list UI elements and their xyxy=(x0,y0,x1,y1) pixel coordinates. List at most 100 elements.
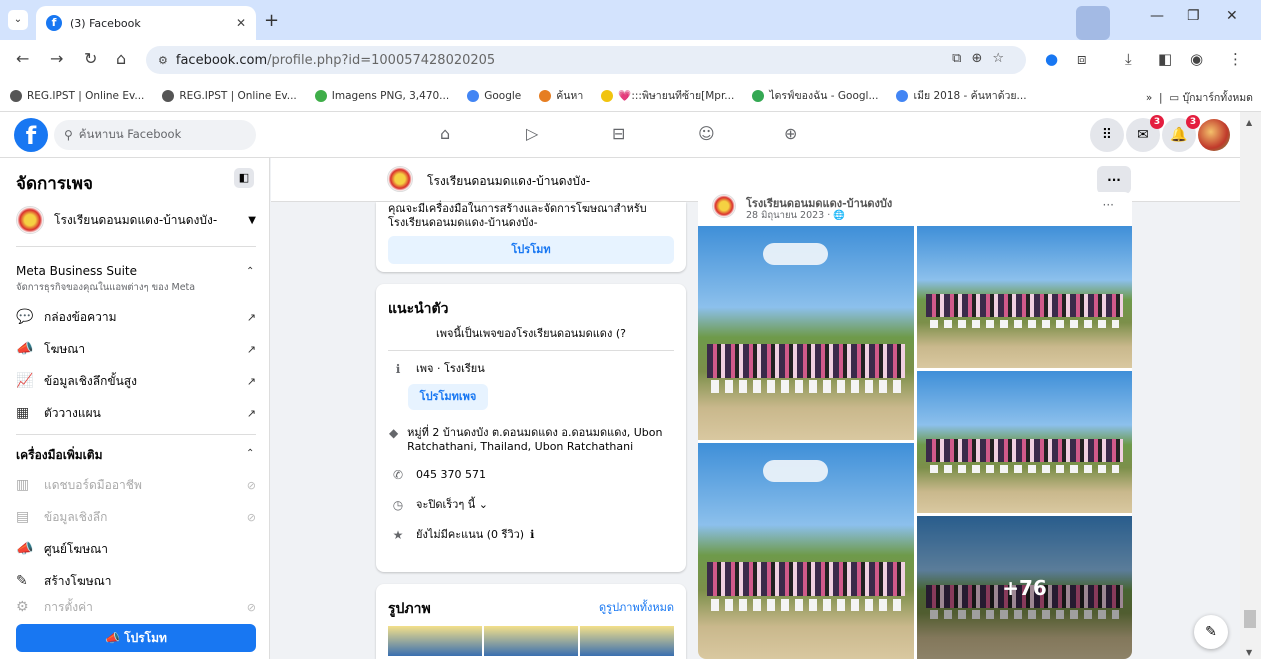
extensions-puzzle-icon[interactable]: ⧈ xyxy=(1077,50,1087,68)
page-switcher[interactable]: โรงเรียนดอนมดแดง-บ้านดงบัง- ▼ xyxy=(16,202,256,238)
more-options-button[interactable]: ··· xyxy=(1097,166,1131,194)
back-icon[interactable]: ← xyxy=(16,49,29,68)
megaphone-icon: 📣 xyxy=(16,541,34,557)
facebook-logo-icon[interactable]: f xyxy=(14,118,48,152)
megaphone-icon: 📣 xyxy=(105,631,125,645)
facebook-topbar: f ⚲ ค้นหาบน Facebook ⌂ ▷ ⊟ ☺ ⊕ ⠿ ✉ 3 🔔 3 xyxy=(0,112,1240,158)
restore-icon[interactable]: ❐ xyxy=(1187,8,1200,24)
home-icon[interactable]: ⌂ xyxy=(116,49,126,68)
page-scrollbar[interactable]: ▲ ▼ xyxy=(1240,112,1261,659)
post-author-logo[interactable] xyxy=(712,194,736,218)
disabled-icon: ⊘ xyxy=(246,478,256,492)
promote-page-button[interactable]: โปรโมทเพจ xyxy=(408,384,488,410)
url-domain: facebook.com xyxy=(175,52,268,68)
bookmark-8[interactable]: เมีย 2018 - ค้นหาด้วย... xyxy=(896,87,1027,104)
post-photo[interactable] xyxy=(917,371,1132,513)
sidebar-item-create-ad[interactable]: ✎ สร้างโฆษณา xyxy=(16,569,256,593)
info-icon[interactable]: ℹ xyxy=(530,528,534,542)
bookmark-7[interactable]: ไดรฟ์ของฉัน - Googl... xyxy=(752,87,878,104)
scrollbar-thumb[interactable] xyxy=(1244,610,1256,628)
new-tab-icon[interactable]: + xyxy=(264,10,279,31)
bookmark-favicon-icon xyxy=(539,89,552,102)
bookmark-4[interactable]: Google xyxy=(467,89,521,102)
nav-home-icon[interactable]: ⌂ xyxy=(440,124,450,143)
site-info-icon[interactable]: ⚙ xyxy=(158,54,168,67)
bookmark-3[interactable]: Imagens PNG, 3,470... xyxy=(314,89,449,102)
post-photo-more[interactable]: +76 xyxy=(917,516,1132,659)
collapse-sidebar-icon[interactable]: ◧ xyxy=(234,168,254,188)
gear-icon: ⚙ xyxy=(16,599,29,615)
chat-icon: 💬 xyxy=(16,309,34,325)
facebook-search-input[interactable]: ⚲ ค้นหาบน Facebook xyxy=(54,120,256,150)
extension-icon[interactable] xyxy=(1076,6,1110,40)
menu-grid-icon[interactable]: ⠿ xyxy=(1090,118,1124,152)
collapse-tools-icon[interactable]: ⌃ xyxy=(246,448,254,459)
collapse-meta-icon[interactable]: ⌃ xyxy=(246,266,254,277)
sidebar-item-page-insights: ▤ ข้อมูลเชิงลึก ⊘ xyxy=(16,509,256,525)
sidebar-item-planner[interactable]: ▦ ตัววางแผน ↗ xyxy=(16,401,256,425)
tab-search-icon[interactable]: ⌄ xyxy=(8,10,28,30)
extension-vd-icon[interactable]: ● xyxy=(1045,50,1058,68)
scroll-up-icon[interactable]: ▲ xyxy=(1246,118,1252,127)
intro-category: ℹ เพจ · โรงเรียน xyxy=(388,362,678,376)
scroll-down-icon[interactable]: ▼ xyxy=(1246,648,1252,657)
close-window-icon[interactable]: ✕ xyxy=(1226,8,1238,24)
page-logo xyxy=(387,166,413,192)
messenger-icon[interactable]: ✉ 3 xyxy=(1126,115,1164,152)
photo-thumbnail[interactable] xyxy=(580,626,674,656)
address-actions[interactable]: ⧉⊕☆ xyxy=(952,51,1014,66)
planner-icon: ▦ xyxy=(16,405,30,421)
menu-icon[interactable]: ⋮ xyxy=(1228,50,1243,68)
bookmark-5[interactable]: ค้นหา xyxy=(539,87,583,104)
reload-icon[interactable]: ↻ xyxy=(84,49,97,68)
account-avatar[interactable] xyxy=(1198,119,1230,151)
bookmarks-overflow[interactable]: » xyxy=(1146,92,1152,104)
external-link-icon: ↗ xyxy=(246,406,256,420)
divider xyxy=(16,246,256,247)
photo-thumbnail[interactable] xyxy=(484,626,578,656)
bookmark-1[interactable]: REG.IPST | Online Ev... xyxy=(10,89,144,102)
post-photo[interactable] xyxy=(698,226,914,440)
photo-thumbnail[interactable] xyxy=(388,626,482,656)
megaphone-icon: 📣 xyxy=(16,341,34,357)
nav-marketplace-icon[interactable]: ⊟ xyxy=(612,124,625,143)
notifications-icon[interactable]: 🔔 3 xyxy=(1162,115,1200,152)
nav-groups-icon[interactable]: ☺ xyxy=(698,124,715,143)
new-message-icon[interactable]: ✎ xyxy=(1194,615,1228,649)
sidebar-title: จัดการเพจ xyxy=(16,174,93,194)
sidebar-item-insights[interactable]: 📈 ข้อมูลเชิงลึกขั้นสูง ↗ xyxy=(16,369,256,393)
nav-video-icon[interactable]: ▷ xyxy=(526,124,538,143)
bookmark-2[interactable]: REG.IPST | Online Ev... xyxy=(162,89,297,102)
sidebar-item-inbox[interactable]: 💬 กล่องข้อความ ↗ xyxy=(16,305,256,329)
download-icon[interactable]: ⤓ xyxy=(1125,50,1132,68)
tab-close-icon[interactable]: ✕ xyxy=(236,16,246,30)
profile-icon[interactable]: ◉ xyxy=(1190,50,1203,68)
bookmark-6[interactable]: 💗:::พิษายนทีซ้าย[Mpr... xyxy=(601,87,734,104)
bookmark-favicon-icon xyxy=(896,89,909,102)
clock-icon: ◷ xyxy=(392,498,404,512)
nav-gaming-icon[interactable]: ⊕ xyxy=(784,124,797,143)
sidebar-item-ad-center[interactable]: 📣 ศูนย์โฆษณา xyxy=(16,537,256,561)
post-photo[interactable] xyxy=(698,443,914,659)
intro-rating: ★ ยังไม่มีคะแนน (0 รีวิว) ℹ xyxy=(388,528,678,542)
promo-card-button[interactable]: โปรโมท xyxy=(388,236,674,264)
star-icon: ★ xyxy=(392,528,404,542)
side-panel-icon[interactable]: ◧ xyxy=(1158,50,1172,68)
divider xyxy=(16,434,256,435)
bookmark-favicon-icon xyxy=(314,89,327,102)
address-bar[interactable]: ⚙ facebook.com/profile.php?id=1000574280… xyxy=(146,46,1026,74)
post-photo[interactable] xyxy=(917,226,1132,368)
see-all-photos-link[interactable]: ดูรูปภาพทั้งหมด xyxy=(599,598,674,616)
promote-button[interactable]: 📣 โปรโมท xyxy=(16,624,256,652)
forward-icon[interactable]: → xyxy=(50,49,63,68)
post-date[interactable]: 28 มิถุนายน 2023 · 🌐 xyxy=(746,208,845,223)
location-icon: ◆ xyxy=(388,426,399,440)
page-logo xyxy=(16,206,44,234)
tab-facebook[interactable]: f (3) Facebook ✕ xyxy=(36,6,256,40)
sidebar-item-ads[interactable]: 📣 โฆษณา ↗ xyxy=(16,337,256,361)
all-bookmarks[interactable]: บุ๊กมาร์กทั้งหมด xyxy=(1182,92,1253,104)
post-more-icon[interactable]: ··· xyxy=(1103,198,1114,212)
minimize-icon[interactable]: — xyxy=(1150,8,1164,24)
messenger-badge: 3 xyxy=(1150,115,1164,129)
intro-hours[interactable]: ◷ จะปิดเร็วๆ นี้ ⌄ xyxy=(388,498,678,512)
